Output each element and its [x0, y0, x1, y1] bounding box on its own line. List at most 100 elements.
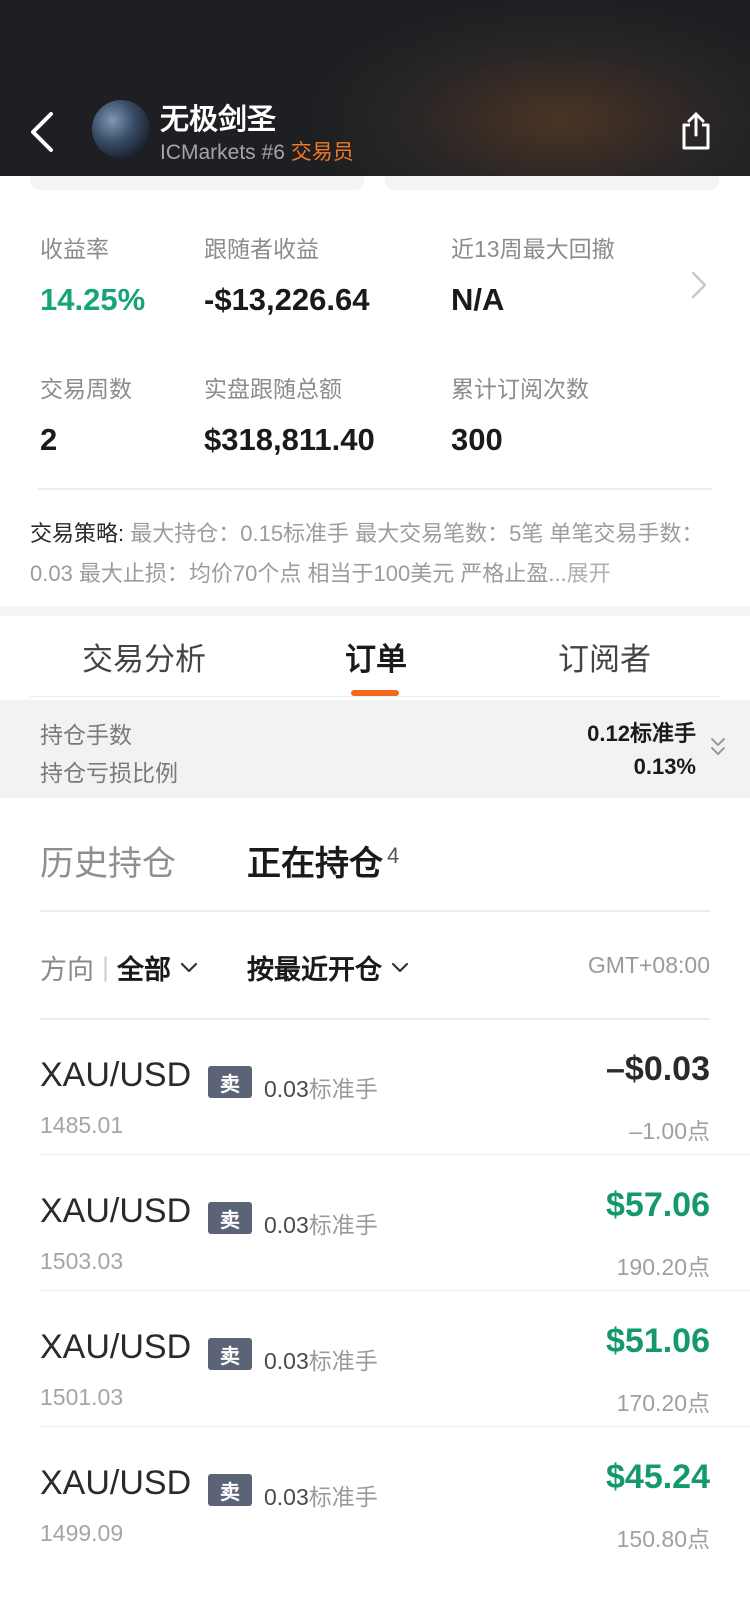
order-points: 150.80点	[616, 1526, 710, 1552]
side-badge: 卖	[208, 1338, 252, 1370]
stat-max-drawdown: 近13周最大回撤 N/A	[451, 230, 615, 318]
ratio-value: 0.13%	[633, 754, 696, 779]
tab-analysis[interactable]: 交易分析	[82, 634, 206, 679]
order-row[interactable]: XAU/USD 卖 0.03标准手 1499.09 $45.24 150.80点	[40, 1438, 710, 1574]
expand-link[interactable]: 展开	[567, 561, 611, 586]
role-label: 交易员	[290, 141, 354, 164]
subtab-open[interactable]: 正在持仓 4	[247, 836, 399, 885]
lots-label: 持仓手数	[40, 722, 132, 748]
lots-number: 0.03	[264, 1076, 309, 1102]
order-symbol: XAU/USD	[40, 1328, 192, 1366]
stat-value: 14.25%	[40, 282, 146, 317]
share-icon	[682, 112, 710, 150]
card-stub-left	[30, 176, 364, 190]
trader-header: 无极剑圣 ICMarkets #6 交易员	[0, 0, 750, 176]
order-pnl: –$0.03	[606, 1050, 710, 1088]
subtab-history[interactable]: 历史持仓	[40, 836, 176, 885]
order-symbol: XAU/USD	[40, 1464, 192, 1502]
divider	[38, 488, 712, 490]
order-lots: 0.03标准手	[264, 1478, 378, 1512]
sort-value: 按最近开仓	[247, 955, 382, 985]
open-price: 1501.03	[40, 1384, 124, 1410]
subtab-divider	[40, 910, 710, 912]
chevron-right-icon	[691, 271, 707, 299]
lots-unit: 标准手	[308, 1484, 378, 1510]
tab-orders[interactable]: 订单	[345, 634, 407, 679]
row-divider	[40, 1290, 750, 1291]
side-badge: 卖	[208, 1474, 252, 1506]
row-divider	[40, 1426, 750, 1427]
order-symbol: XAU/USD	[40, 1056, 192, 1094]
order-row[interactable]: XAU/USD 卖 0.03标准手 1501.03 $51.06 170.20点	[40, 1302, 710, 1438]
lots-unit: 标准手	[308, 1348, 378, 1374]
stat-label: 近13周最大回撤	[451, 236, 615, 262]
card-stub-right	[385, 176, 719, 190]
sort-filter[interactable]: 按最近开仓	[247, 948, 410, 987]
filter-divider	[40, 1018, 710, 1020]
order-points: –1.00点	[629, 1118, 710, 1144]
back-button[interactable]	[22, 104, 62, 160]
chevron-down-icon	[391, 962, 409, 972]
order-row[interactable]: XAU/USD 卖 0.03标准手 1485.01 –$0.03 –1.00点	[40, 1030, 710, 1166]
position-summary[interactable]: 持仓手数 持仓亏损比例 0.12标准手 0.13%	[0, 700, 750, 798]
open-count: 4	[387, 842, 400, 868]
stat-subscriptions: 累计订阅次数 300	[451, 370, 589, 458]
lots-unit: 标准手	[308, 1076, 378, 1102]
order-lots: 0.03标准手	[264, 1342, 378, 1376]
separator: |	[102, 952, 110, 982]
stat-value: N/A	[451, 282, 505, 317]
stat-label: 收益率	[40, 236, 109, 262]
lots-unit: 标准手	[308, 1212, 378, 1238]
chevron-down-icon	[180, 962, 198, 972]
stat-label: 实盘跟随总额	[204, 376, 342, 402]
lots-number: 0.03	[264, 1348, 309, 1374]
lots-number: 0.03	[264, 1212, 309, 1238]
direction-value: 全部	[117, 955, 172, 985]
order-row[interactable]: XAU/USD 卖 0.03标准手 1503.03 $57.06 190.20点	[40, 1166, 710, 1302]
timezone-label: GMT+08:00	[587, 952, 710, 978]
direction-filter[interactable]: 方向 | 全部	[40, 948, 199, 987]
row-divider	[40, 1154, 750, 1155]
order-pnl: $57.06	[606, 1186, 710, 1224]
tab-subscribers[interactable]: 订阅者	[558, 634, 651, 679]
strategy-text: 交易策略: 最大持仓：0.15标准手 最大交易笔数：5笔 单笔交易手数：0.03…	[30, 514, 720, 594]
open-price: 1503.03	[40, 1248, 124, 1274]
collapse-toggle[interactable]	[709, 736, 727, 763]
ratio-label: 持仓亏损比例	[40, 760, 178, 786]
tabs-divider	[30, 696, 720, 697]
stat-value: -$13,226.64	[204, 282, 370, 317]
subtab-open-label: 正在持仓	[247, 845, 383, 883]
stat-value: 300	[451, 422, 503, 457]
double-chevron-down-icon	[711, 738, 725, 755]
order-points: 190.20点	[616, 1254, 710, 1280]
order-symbol: XAU/USD	[40, 1192, 192, 1230]
order-pnl: $51.06	[606, 1322, 710, 1360]
share-button[interactable]	[676, 108, 716, 154]
strategy-label: 交易策略:	[30, 521, 125, 546]
order-pnl: $45.24	[606, 1458, 710, 1496]
stat-label: 交易周数	[40, 376, 132, 402]
trader-subtitle: ICMarkets #6 交易员	[160, 136, 354, 166]
stat-label: 累计订阅次数	[451, 376, 589, 402]
chevron-left-icon	[31, 112, 53, 152]
stat-value: 2	[40, 422, 58, 457]
stat-label: 跟随者收益	[204, 236, 319, 262]
order-lots: 0.03标准手	[264, 1070, 378, 1104]
stat-value: $318,811.40	[204, 422, 375, 457]
stat-follow-total: 实盘跟随总额 $318,811.40	[204, 370, 375, 458]
section-gap	[0, 606, 750, 616]
lots-value: 0.12标准手	[587, 721, 696, 746]
avatar[interactable]	[92, 100, 150, 158]
stats-detail-button[interactable]	[690, 270, 708, 305]
side-badge: 卖	[208, 1202, 252, 1234]
broker-rank: ICMarkets #6	[160, 141, 285, 164]
open-price: 1485.01	[40, 1112, 124, 1138]
lots-number: 0.03	[264, 1484, 309, 1510]
order-lots: 0.03标准手	[264, 1206, 378, 1240]
trader-name: 无极剑圣	[160, 104, 277, 136]
stat-weeks: 交易周数 2	[40, 370, 132, 458]
order-points: 170.20点	[616, 1390, 710, 1416]
stat-follower-profit: 跟随者收益 -$13,226.64	[204, 230, 369, 318]
open-price: 1499.09	[40, 1520, 124, 1546]
stat-return: 收益率 14.25%	[40, 230, 145, 318]
